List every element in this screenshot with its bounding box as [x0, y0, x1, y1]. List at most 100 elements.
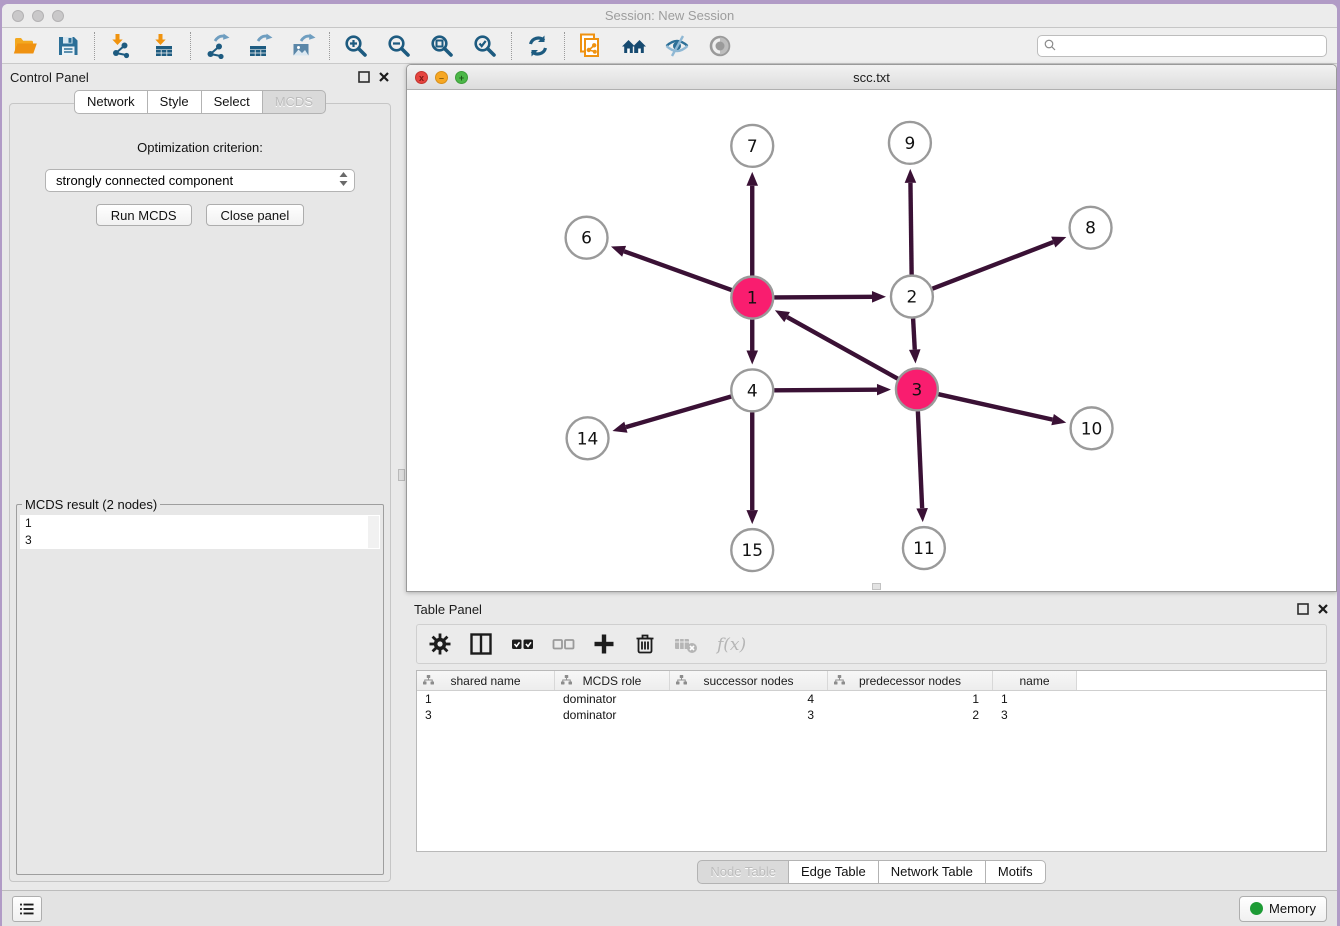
network-close-button[interactable]: x — [415, 71, 428, 84]
tab-motifs[interactable]: Motifs — [986, 860, 1046, 884]
criterion-select[interactable]: strongly connected component — [45, 169, 355, 192]
delete-columns-icon[interactable] — [632, 631, 658, 657]
split-panel-icon[interactable] — [468, 631, 494, 657]
column-header-MCDS-role[interactable]: MCDS role — [555, 671, 670, 690]
splitter-grip[interactable] — [398, 469, 405, 481]
graph-edge-2-3[interactable] — [913, 319, 915, 350]
table-cell[interactable]: 3 — [993, 708, 1077, 722]
graph-node-label: 9 — [905, 133, 916, 153]
table-cell[interactable]: 1 — [417, 692, 555, 706]
app-window: Session: New Session Control Panel Netwo… — [2, 4, 1337, 926]
network-canvas[interactable]: 7968124314101511 — [407, 90, 1336, 591]
column-header-shared-name[interactable]: shared name — [417, 671, 555, 690]
app-titlebar[interactable]: Session: New Session — [2, 4, 1337, 28]
column-header-name[interactable]: name — [993, 671, 1077, 690]
float-table-panel-icon[interactable] — [1297, 603, 1309, 615]
optimization-criterion-label: Optimization criterion: — [16, 140, 384, 155]
network-minimize-button[interactable]: – — [435, 71, 448, 84]
graph-edge-1-6[interactable] — [624, 251, 731, 290]
toolbar-separator — [329, 32, 330, 60]
table-cell[interactable]: dominator — [555, 708, 670, 722]
network-window-title: scc.txt — [853, 70, 890, 85]
first-neighbors-icon[interactable] — [621, 33, 647, 59]
export-table-icon[interactable] — [247, 33, 273, 59]
graph-edge-4-3[interactable] — [774, 390, 877, 391]
mcds-result-list[interactable]: 13 — [20, 515, 380, 549]
table-body: 1dominator4113dominator323 — [417, 691, 1326, 723]
task-history-button[interactable] — [12, 896, 42, 922]
save-session-icon[interactable] — [55, 33, 81, 59]
clone-network-icon[interactable] — [578, 33, 604, 59]
tab-mcds[interactable]: MCDS — [263, 90, 326, 114]
network-maximize-button[interactable]: + — [455, 71, 468, 84]
table-toolbar: f(x) — [416, 624, 1327, 664]
search-box[interactable] — [1037, 35, 1327, 57]
close-panel-button[interactable]: Close panel — [206, 204, 305, 226]
column-header-predecessor-nodes[interactable]: predecessor nodes — [828, 671, 993, 690]
table-cell[interactable]: 3 — [417, 708, 555, 722]
table-cell[interactable]: dominator — [555, 692, 670, 706]
zoom-in-icon[interactable] — [343, 33, 369, 59]
graph-edge-arrow — [1051, 414, 1066, 425]
float-panel-icon[interactable] — [358, 71, 370, 83]
graphics-details-icon[interactable] — [664, 33, 690, 59]
graph-edge-arrow — [916, 508, 928, 522]
table-settings-icon[interactable] — [427, 631, 453, 657]
export-image-icon[interactable] — [290, 33, 316, 59]
vertical-splitter[interactable] — [398, 64, 406, 890]
table-cell[interactable]: 2 — [828, 708, 993, 722]
tab-network-table[interactable]: Network Table — [879, 860, 986, 884]
mcds-result-item[interactable]: 1 — [20, 515, 380, 532]
mcds-result-item[interactable]: 3 — [20, 532, 380, 549]
tab-select[interactable]: Select — [202, 90, 263, 114]
import-network-icon[interactable] — [108, 33, 134, 59]
export-network-icon[interactable] — [204, 33, 230, 59]
close-window-button[interactable] — [12, 10, 24, 22]
tab-edge-table[interactable]: Edge Table — [789, 860, 879, 884]
table-row[interactable]: 1dominator411 — [417, 691, 1326, 707]
graph-edge-2-8[interactable] — [932, 242, 1053, 289]
graph-edge-3-11[interactable] — [918, 411, 922, 508]
search-input[interactable] — [1058, 37, 1321, 55]
window-controls — [12, 10, 64, 22]
graph-edge-2-9[interactable] — [910, 183, 911, 275]
table-cell[interactable]: 3 — [670, 708, 828, 722]
close-panel-icon[interactable] — [378, 71, 390, 83]
open-session-icon[interactable] — [12, 33, 38, 59]
minimize-window-button[interactable] — [32, 10, 44, 22]
graph-edge-4-14[interactable] — [626, 397, 731, 428]
apply-layout-icon[interactable] — [525, 33, 551, 59]
graph-edge-3-1[interactable] — [787, 317, 898, 379]
tab-style[interactable]: Style — [148, 90, 202, 114]
import-table-icon[interactable] — [151, 33, 177, 59]
graph-edge-arrow — [1051, 237, 1066, 248]
control-panel-header: Control Panel — [2, 64, 398, 90]
tab-node-table[interactable]: Node Table — [697, 860, 789, 884]
graph-edge-arrow — [611, 246, 626, 257]
run-mcds-button[interactable]: Run MCDS — [96, 204, 192, 226]
add-column-icon[interactable] — [591, 631, 617, 657]
zoom-selected-icon[interactable] — [472, 33, 498, 59]
unselect-all-columns-icon[interactable] — [550, 631, 576, 657]
table-row[interactable]: 3dominator323 — [417, 707, 1326, 723]
network-window-titlebar[interactable]: x – + scc.txt — [407, 65, 1336, 90]
table-cell[interactable]: 1 — [828, 692, 993, 706]
table-cell[interactable]: 4 — [670, 692, 828, 706]
zoom-out-icon[interactable] — [386, 33, 412, 59]
result-scrollbar[interactable] — [368, 516, 379, 548]
maximize-window-button[interactable] — [52, 10, 64, 22]
tab-network[interactable]: Network — [74, 90, 148, 114]
search-icon — [1043, 38, 1058, 53]
eye-icon — [707, 33, 733, 59]
graph-edge-3-10[interactable] — [938, 394, 1052, 419]
memory-button[interactable]: Memory — [1239, 896, 1327, 922]
zoom-fit-icon[interactable] — [429, 33, 455, 59]
column-header-successor-nodes[interactable]: successor nodes — [670, 671, 828, 690]
graph-node-label: 1 — [747, 288, 758, 308]
network-resize-handle[interactable] — [872, 583, 881, 590]
select-all-columns-icon[interactable] — [509, 631, 535, 657]
close-table-panel-icon[interactable] — [1317, 603, 1329, 615]
toolbar-separator — [190, 32, 191, 60]
graph-edge-1-2[interactable] — [774, 297, 872, 298]
table-cell[interactable]: 1 — [993, 692, 1077, 706]
